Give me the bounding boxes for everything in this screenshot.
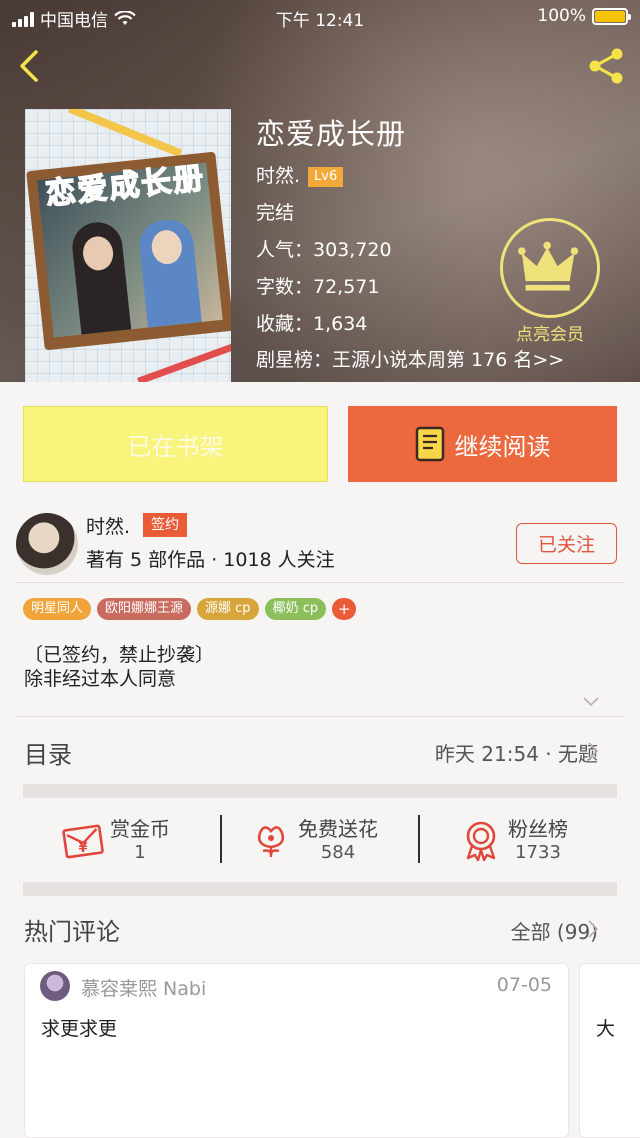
reward-count: 1733 [515,842,561,863]
reward-label: 免费送花 [298,817,378,841]
author-row[interactable]: 时然. Lv6 [256,164,406,189]
book-status: 完结 [256,202,295,224]
chevron-down-icon[interactable] [583,697,599,707]
share-icon[interactable] [586,46,626,86]
favorites-stat: 收藏：1,634 [256,313,368,335]
divider [16,716,624,717]
add-tag-button[interactable]: + [332,598,357,620]
crown-icon [500,218,600,318]
send-flower-button[interactable]: 免费送花 584 [250,810,378,870]
reward-label: 赏金币 [110,817,170,841]
svg-text:¥: ¥ [78,841,87,856]
chevron-right-icon [588,742,598,760]
continue-reading-button[interactable]: 继续阅读 [348,406,617,482]
comment-card[interactable]: 大 [579,963,640,1138]
divider [220,815,222,863]
author-stats: 著有 5 部作品 · 1018 人关注 [86,549,335,571]
tag-chip[interactable]: 源娜 cp [197,598,259,620]
back-icon[interactable] [14,46,48,86]
reward-label: 粉丝榜 [508,817,568,841]
tag-chip[interactable]: 椰奶 cp [264,598,327,620]
continue-reading-label: 继续阅读 [454,432,551,461]
book-icon [415,426,444,462]
section-separator [23,784,617,798]
level-badge: Lv6 [308,166,344,187]
comment-card[interactable]: 慕容枽熙 Nabi 07-05 求更求更 [24,963,569,1138]
tag-chip[interactable]: 明星同人 [23,598,92,620]
avatar[interactable] [40,971,70,1001]
flower-icon [257,826,285,857]
chevron-right-icon [588,920,598,938]
tag-list: 明星同人 欧阳娜娜王源 源娜 cp 椰奶 cp + [23,598,357,620]
ranking-link[interactable]: 剧星榜：王源小说本周第 176 名>> [256,347,564,373]
status-bar: 中国电信 下午 12:41 100% [0,0,640,34]
comment-text: 求更求更 [41,1018,118,1040]
member-label: 点亮会员 [516,325,584,345]
popularity-stat: 人气：303,720 [256,239,392,261]
comment-username[interactable]: 慕容枽熙 Nabi [81,974,206,1001]
book-cover[interactable]: 恋爱成长册 [25,109,231,382]
all-comments-link[interactable]: 全部 (99) [511,916,598,945]
red-envelope-icon: ¥ [62,824,104,859]
medal-icon [466,821,496,861]
toc-title[interactable]: 目录 [24,735,72,770]
book-info: 恋爱成长册 时然. Lv6 完结 人气：303,720 字数：72,571 收藏… [256,114,406,337]
reward-count: 584 [320,842,356,863]
comment-text: 大 [596,1018,616,1040]
description-line: 除非经过本人同意 [24,668,177,690]
section-separator [23,882,617,896]
latest-chapter[interactable]: 昨天 21:54 · 无题 [435,738,598,767]
reward-count: 1 [134,842,146,863]
signed-badge: 签约 [143,513,187,537]
author-name-main[interactable]: 时然. [86,514,130,540]
author-avatar[interactable] [16,513,78,575]
member-badge[interactable]: 点亮会员 [500,218,600,345]
book-description[interactable]: 〔已签约，禁止抄袭〕 除非经过本人同意 [24,643,214,691]
status-right: 100% [537,6,631,26]
book-header: 中国电信 下午 12:41 100% 恋爱成长册 恋爱成长册 时然. Lv6 完… [0,0,640,382]
description-line: 〔已签约，禁止抄袭〕 [24,644,215,666]
comment-date: 07-05 [496,974,552,996]
reward-coin-button[interactable]: ¥ 赏金币 1 [62,810,170,870]
author-name: 时然. [256,165,301,187]
follow-button[interactable]: 已关注 [516,523,617,564]
word-count-stat: 字数：72,571 [256,276,380,298]
tag-chip[interactable]: 欧阳娜娜王源 [97,598,192,620]
divider [16,582,624,583]
battery-icon [592,7,631,25]
divider [418,815,420,863]
fan-ranking-button[interactable]: 粉丝榜 1733 [460,810,568,870]
book-title: 恋爱成长册 [256,117,407,151]
on-shelf-button[interactable]: 已在书架 [23,406,328,482]
battery-percent: 100% [537,6,586,26]
comments-title: 热门评论 [24,918,120,946]
